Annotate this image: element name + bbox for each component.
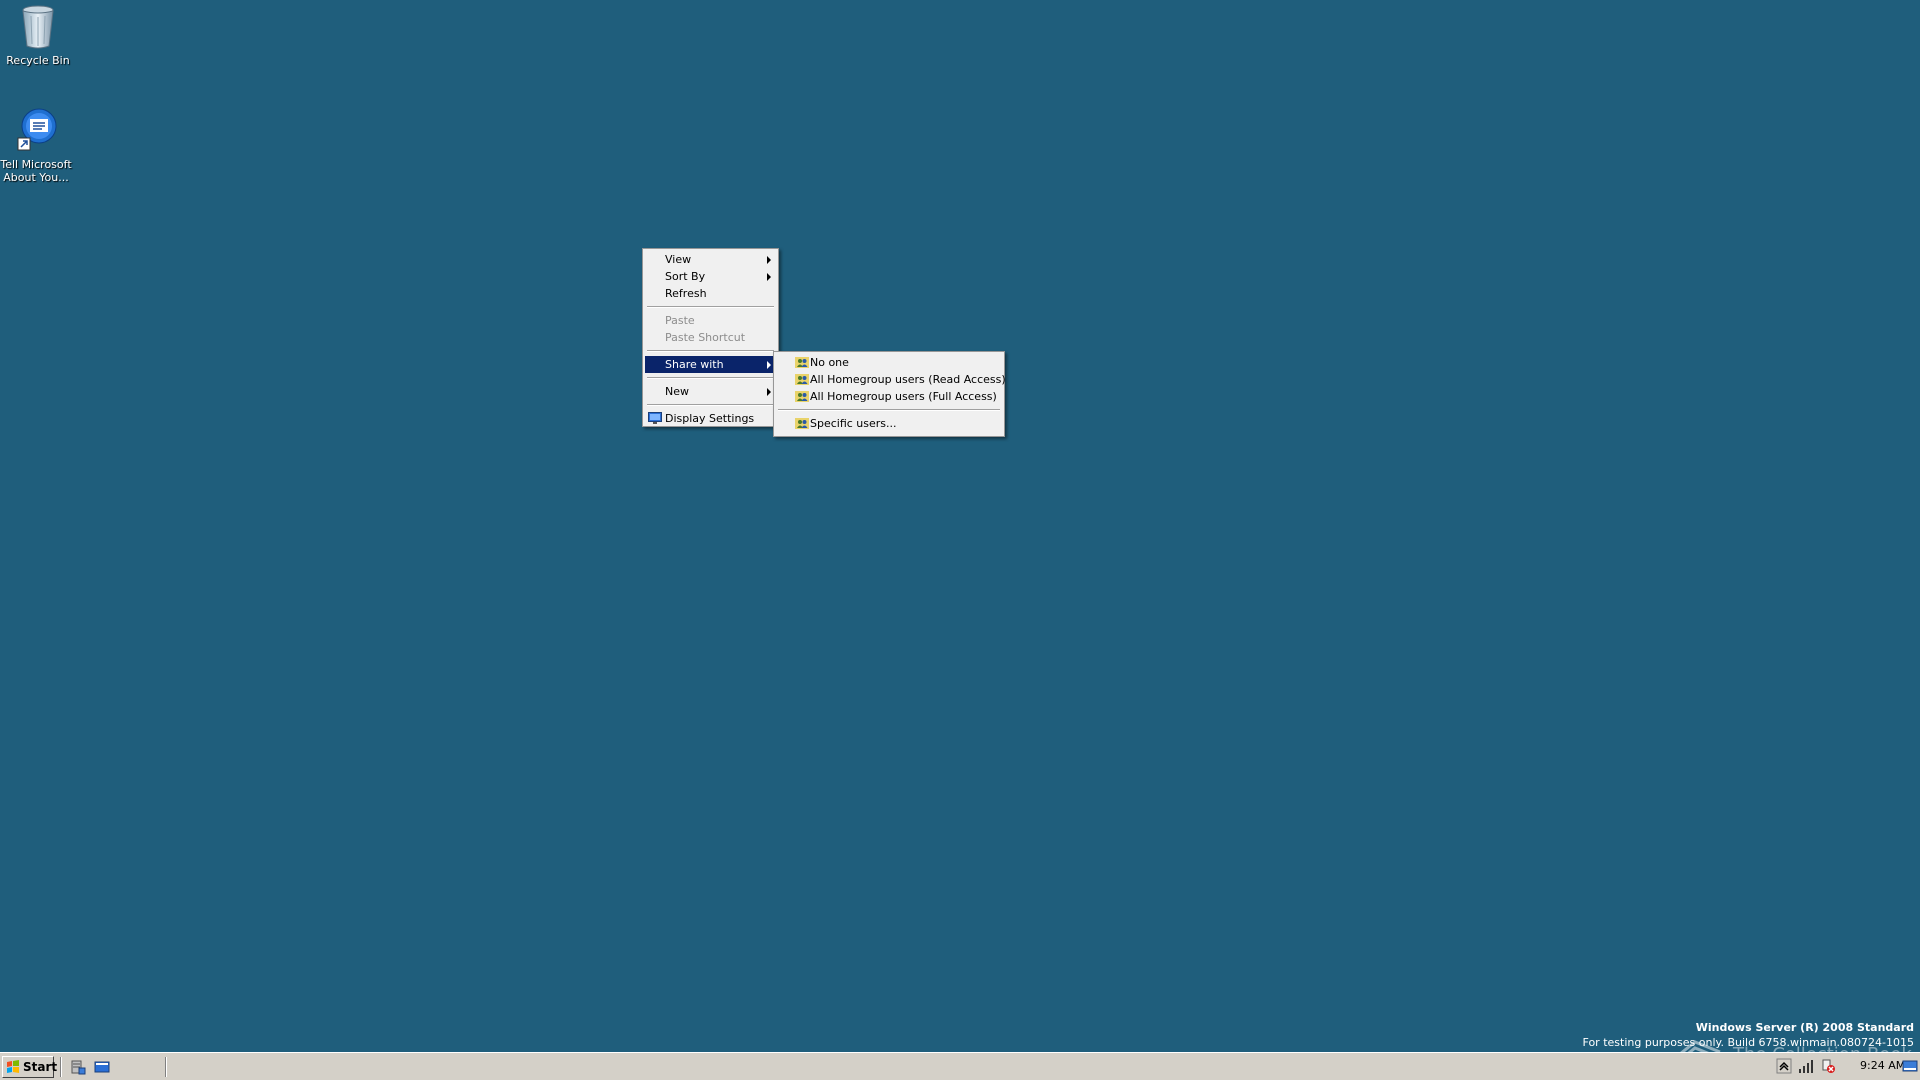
submenu-item-specific-users[interactable]: Specific users... — [776, 415, 1002, 432]
display-settings-icon — [648, 412, 662, 424]
menu-item-share-with[interactable]: Share with — [645, 356, 776, 373]
tell-microsoft-label-line2: About You... — [3, 171, 69, 184]
submenu-arrow-icon — [767, 273, 771, 281]
users-icon — [795, 373, 809, 385]
menu-item-sort-by[interactable]: Sort By — [645, 268, 776, 285]
users-icon — [795, 390, 809, 402]
server-manager-icon[interactable] — [70, 1059, 86, 1075]
menu-separator — [647, 377, 774, 379]
action-center-icon[interactable] — [1820, 1058, 1836, 1074]
book-logo-icon — [1665, 1030, 1725, 1052]
menu-item-refresh[interactable]: Refresh — [645, 285, 776, 302]
submenu-item-label: All Homegroup users (Read Access) — [810, 373, 1006, 386]
menu-item-label: New — [665, 385, 689, 398]
feedback-icon — [12, 106, 60, 154]
submenu-arrow-icon — [767, 388, 771, 396]
recycle-bin-icon — [14, 2, 62, 50]
taskbar-separator — [165, 1057, 167, 1077]
recycle-bin-label: Recycle Bin — [6, 54, 70, 67]
menu-item-label: Paste — [665, 314, 695, 327]
menu-item-view[interactable]: View — [645, 251, 776, 268]
menu-item-paste: Paste — [645, 312, 776, 329]
system-tray: 9:24 AM — [1772, 1055, 1920, 1079]
desktop-context-menu: View Sort By Refresh Paste Paste Shortcu… — [642, 248, 779, 427]
menu-separator — [647, 306, 774, 308]
menu-item-new[interactable]: New — [645, 383, 776, 400]
submenu-item-homegroup-full[interactable]: All Homegroup users (Full Access) — [776, 388, 1002, 405]
show-desktop-tray-icon[interactable] — [1902, 1058, 1918, 1074]
menu-item-display-settings[interactable]: Display Settings — [645, 410, 776, 427]
menu-item-label: View — [665, 253, 692, 266]
submenu-item-label: Specific users... — [810, 417, 897, 430]
start-button[interactable]: Start — [2, 1056, 58, 1078]
submenu-item-label: No one — [810, 356, 849, 369]
users-icon — [795, 356, 809, 368]
start-label: Start — [23, 1060, 58, 1074]
menu-item-label: Display Settings — [665, 412, 755, 425]
menu-item-paste-shortcut: Paste Shortcut — [645, 329, 776, 346]
submenu-item-homegroup-read[interactable]: All Homegroup users (Read Access) — [776, 371, 1006, 388]
collection-book-overlay: The Collection Book — [1665, 1030, 1915, 1052]
menu-item-label: Refresh — [665, 287, 707, 300]
submenu-item-label: All Homegroup users (Full Access) — [810, 390, 997, 403]
taskbar: Start 9:24 AM — [0, 1052, 1920, 1080]
submenu-arrow-icon — [767, 361, 771, 369]
menu-item-label: Paste Shortcut — [665, 331, 746, 344]
clock[interactable]: 9:24 AM — [1860, 1059, 1905, 1072]
menu-separator — [647, 350, 774, 352]
taskbar-separator — [60, 1057, 62, 1077]
tell-microsoft-shortcut[interactable]: Tell Microsoft About You... — [0, 106, 74, 184]
windows-flag-icon — [6, 1060, 20, 1074]
menu-separator — [647, 404, 774, 406]
show-desktop-icon[interactable] — [94, 1059, 110, 1075]
submenu-arrow-icon — [767, 256, 771, 264]
desktop[interactable]: Recycle Bin Tell Microsoft About You... … — [0, 0, 1920, 1052]
menu-separator — [778, 409, 1000, 411]
show-hidden-icons-icon[interactable] — [1776, 1058, 1792, 1074]
share-with-submenu: No one All Homegroup users (Read Access) — [773, 351, 1006, 437]
users-icon — [795, 417, 809, 429]
tell-microsoft-label-line1: Tell Microsoft — [0, 158, 72, 171]
network-icon[interactable] — [1798, 1058, 1814, 1074]
recycle-bin-shortcut[interactable]: Recycle Bin — [0, 2, 76, 67]
submenu-item-no-one[interactable]: No one — [776, 354, 1002, 371]
menu-item-label: Share with — [665, 358, 724, 371]
menu-item-label: Sort By — [665, 270, 706, 283]
collection-book-text: The Collection Book — [1733, 1044, 1912, 1052]
